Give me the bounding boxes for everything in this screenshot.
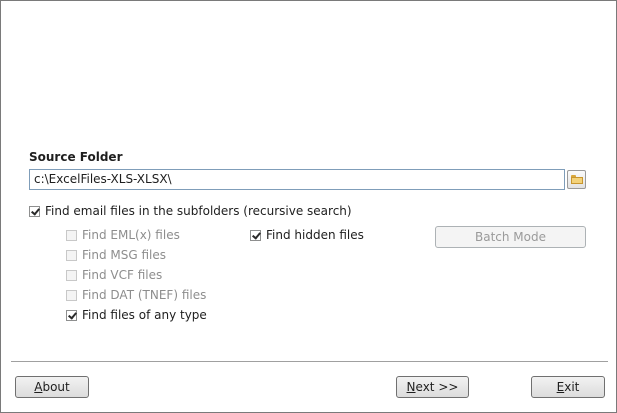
find-eml-option: Find EML(x) files: [66, 227, 180, 243]
find-any-type-option[interactable]: Find files of any type: [66, 307, 207, 323]
find-msg-label: Find MSG files: [82, 248, 167, 262]
find-any-type-label: Find files of any type: [82, 308, 207, 322]
find-dat-checkbox: [66, 289, 77, 301]
find-vcf-checkbox: [66, 269, 77, 281]
find-dat-option: Find DAT (TNEF) files: [66, 287, 206, 303]
source-folder-path-input[interactable]: [29, 169, 565, 190]
find-vcf-option: Find VCF files: [66, 267, 162, 283]
find-dat-label: Find DAT (TNEF) files: [82, 288, 207, 302]
find-hidden-checkbox[interactable]: [250, 229, 261, 241]
next-button[interactable]: Next >>: [396, 376, 469, 398]
exit-button[interactable]: Exit: [531, 376, 605, 398]
find-msg-option: Find MSG files: [66, 247, 166, 263]
wizard-window: Source Folder Find email files in the su…: [0, 0, 617, 413]
find-msg-checkbox: [66, 249, 77, 261]
source-folder-label: Source Folder: [29, 150, 123, 164]
find-hidden-label: Find hidden files: [266, 228, 364, 242]
batch-mode-button: Batch Mode: [435, 226, 586, 248]
find-vcf-label: Find VCF files: [82, 268, 163, 282]
find-eml-label: Find EML(x) files: [82, 228, 180, 242]
recursive-search-option[interactable]: Find email files in the subfolders (recu…: [29, 203, 352, 219]
about-button[interactable]: About: [15, 376, 89, 398]
find-hidden-option[interactable]: Find hidden files: [250, 227, 364, 243]
recursive-search-label: Find email files in the subfolders (recu…: [45, 204, 352, 218]
browse-folder-button[interactable]: [567, 170, 586, 189]
find-any-type-checkbox[interactable]: [66, 309, 77, 321]
recursive-search-checkbox[interactable]: [29, 205, 40, 217]
folder-icon: [571, 175, 583, 184]
find-eml-checkbox: [66, 229, 77, 241]
